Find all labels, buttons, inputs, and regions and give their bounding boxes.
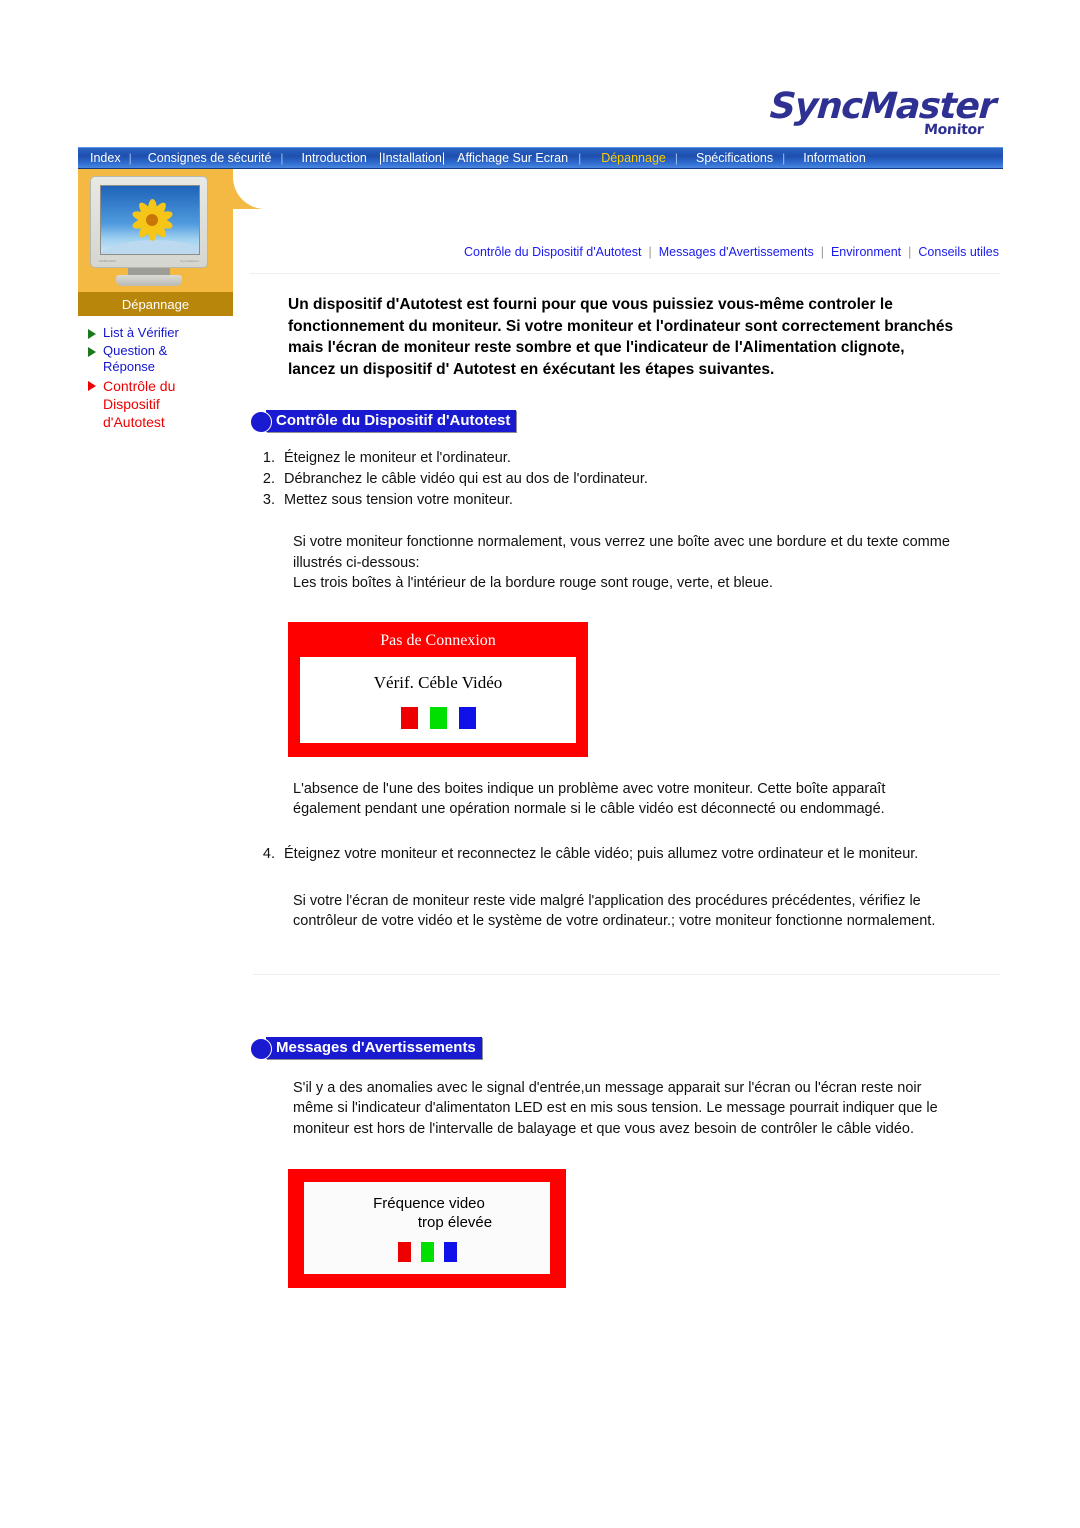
selftest-para-2: L'absence de l'une des boites indique un… (293, 780, 886, 818)
red-swatch (400, 706, 418, 729)
sidebar-item-2[interactable]: Question & Réponse (82, 343, 233, 375)
error-box-title: Pas de Connexion (380, 631, 496, 649)
list-item: 1. Éteignez le moniteur et l'ordinateur. (258, 448, 1005, 468)
sidebar-links[interactable]: List à Vérifier Question & Réponse Contrôl… (78, 316, 233, 431)
nav-item-d-pannage[interactable]: Dépannage (601, 152, 666, 165)
bullet-circle-icon (250, 411, 272, 433)
list-item: 3. Mettez sous tension votre moniteur. (258, 490, 1005, 510)
bullet-circle-icon (250, 1037, 272, 1060)
nav-item-installation[interactable]: |Installation| (379, 152, 445, 165)
rgb-swatch-row-2 (304, 1242, 550, 1262)
step-number: 4. (262, 845, 275, 862)
selftest-step4-list: 4. Éteignez votre moniteur et reconnecte… (258, 844, 1005, 864)
sublink-separator: | (820, 245, 824, 259)
error-line-1: Fréquence video (373, 1195, 485, 1212)
divider-middle (253, 973, 1000, 975)
nav-separator: | (674, 151, 678, 165)
nav-separator: | (578, 151, 582, 165)
selftest-para-1: Si votre moniteur fonctionne normalement… (293, 534, 950, 591)
sidebar-item-label: Question & Réponse (103, 343, 168, 374)
flower-center (146, 214, 158, 226)
error-box-message: Vérif. Céble Vidéo (373, 672, 503, 692)
nav-item-consignes-de-s-curit[interactable]: Consignes de sécurité (148, 152, 272, 165)
nav-separator: | (782, 151, 786, 165)
blue-swatch (458, 706, 476, 729)
sub-navigation-links[interactable]: Contrôle du Dispositif d'Autotest | Messag… (250, 169, 1005, 259)
list-item: 2. Débranchez le câble vidéo qui est au d… (258, 469, 1005, 489)
intro-paragraph: Un dispositif d'Autotest est fourni pour… (288, 296, 954, 378)
nav-item-affichage-sur-ecran[interactable]: Affichage Sur Ecran (457, 152, 568, 165)
error-line-2: trop élevée (417, 1214, 493, 1231)
sidebar-item-label: Contrôle du Dispositif d'Autotest (103, 378, 176, 430)
error-box-no-connection: Pas de Connexion Vérif. Céble Vidéo (288, 621, 588, 757)
warnings-para-1: S'il y a des anomalies avec le signal d'… (293, 1079, 938, 1137)
rgb-swatch-row (300, 706, 576, 729)
red-swatch (397, 1242, 411, 1262)
sidebar-item-1[interactable]: List à Vérifier (82, 325, 233, 341)
list-item: 4. Éteignez votre moniteur et reconnecte… (258, 844, 1005, 864)
syncmaster-logo: SyncMaster Monitor (768, 86, 997, 140)
nav-item-index[interactable]: Index (90, 152, 121, 165)
main-navigation-bar[interactable]: Index | Consignes de sécurité | Introduction… (78, 147, 1003, 169)
sidebar-item-3[interactable]: Contrôle du Dispositif d'Autotest (82, 377, 233, 431)
step-text: Débranchez le câble vidéo qui est au dos… (284, 471, 648, 487)
blue-swatch (443, 1242, 457, 1262)
nav-item-sp-cifications[interactable]: Spécifications (696, 152, 773, 165)
sublink-1[interactable]: Contrôle du Dispositif d'Autotest (464, 245, 641, 259)
step-number: 1. (262, 450, 275, 466)
sidebar-thumbnail-panel: SAMSUNG SyncMaster (78, 169, 265, 292)
triangle-right-icon (88, 329, 96, 339)
step-text: Éteignez votre moniteur et reconnectez l… (284, 845, 919, 862)
green-swatch (420, 1242, 434, 1262)
step-number: 2. (262, 471, 275, 487)
section-heading-label: Messages d'Avertissements (266, 1036, 482, 1059)
divider-top (250, 273, 1000, 274)
step-text: Mettez sous tension votre moniteur. (284, 492, 513, 508)
triangle-right-icon (88, 381, 96, 391)
green-swatch (429, 706, 447, 729)
section-heading-warnings: Messages d'Avertissements (250, 1036, 482, 1061)
triangle-right-icon (88, 347, 96, 357)
sublink-separator: | (648, 245, 652, 259)
logo-main-text: SyncMaster (768, 86, 997, 127)
sublink-4[interactable]: Conseils utiles (918, 245, 999, 259)
error-box-message-2: Fréquence video trop élevée (304, 1194, 550, 1232)
section-heading-label: Contrôle du Dispositif d'Autotest (266, 410, 517, 432)
selftest-para-3: Si votre l'écran de moniteur reste vide … (293, 892, 936, 930)
selftest-steps-list: 1. Éteignez le moniteur et l'ordinateur. 2… (258, 448, 1005, 510)
nav-separator: | (128, 151, 132, 165)
sidebar-section-title: Dépannage (78, 292, 233, 316)
step-number: 3. (262, 492, 275, 508)
page-root: SyncMaster Monitor Index | Consignes de sé… (0, 0, 1080, 1528)
sublink-separator: | (908, 245, 912, 259)
sublink-3[interactable]: Environment (831, 245, 901, 259)
step-text: Éteignez le moniteur et l'ordinateur. (284, 450, 511, 466)
nav-item-information[interactable]: Information (803, 152, 866, 165)
nav-item-introduction[interactable]: Introduction (302, 152, 367, 165)
monitor-flower-icon: SAMSUNG SyncMaster (90, 176, 210, 286)
error-box-frequency: Fréquence video trop élevée (288, 1169, 566, 1288)
main-content: Contrôle du Dispositif d'Autotest | Messag… (250, 169, 1005, 1288)
nav-separator: | (280, 151, 284, 165)
section-heading-selftest: Contrôle du Dispositif d'Autotest (250, 410, 517, 434)
logo-sub-text: Monitor (923, 122, 984, 138)
sidebar-item-label: List à Vérifier (103, 325, 179, 340)
sublink-2[interactable]: Messages d'Avertissements (659, 245, 814, 259)
sidebar: SAMSUNG SyncMaster Dépannage List à Véri… (78, 169, 265, 433)
